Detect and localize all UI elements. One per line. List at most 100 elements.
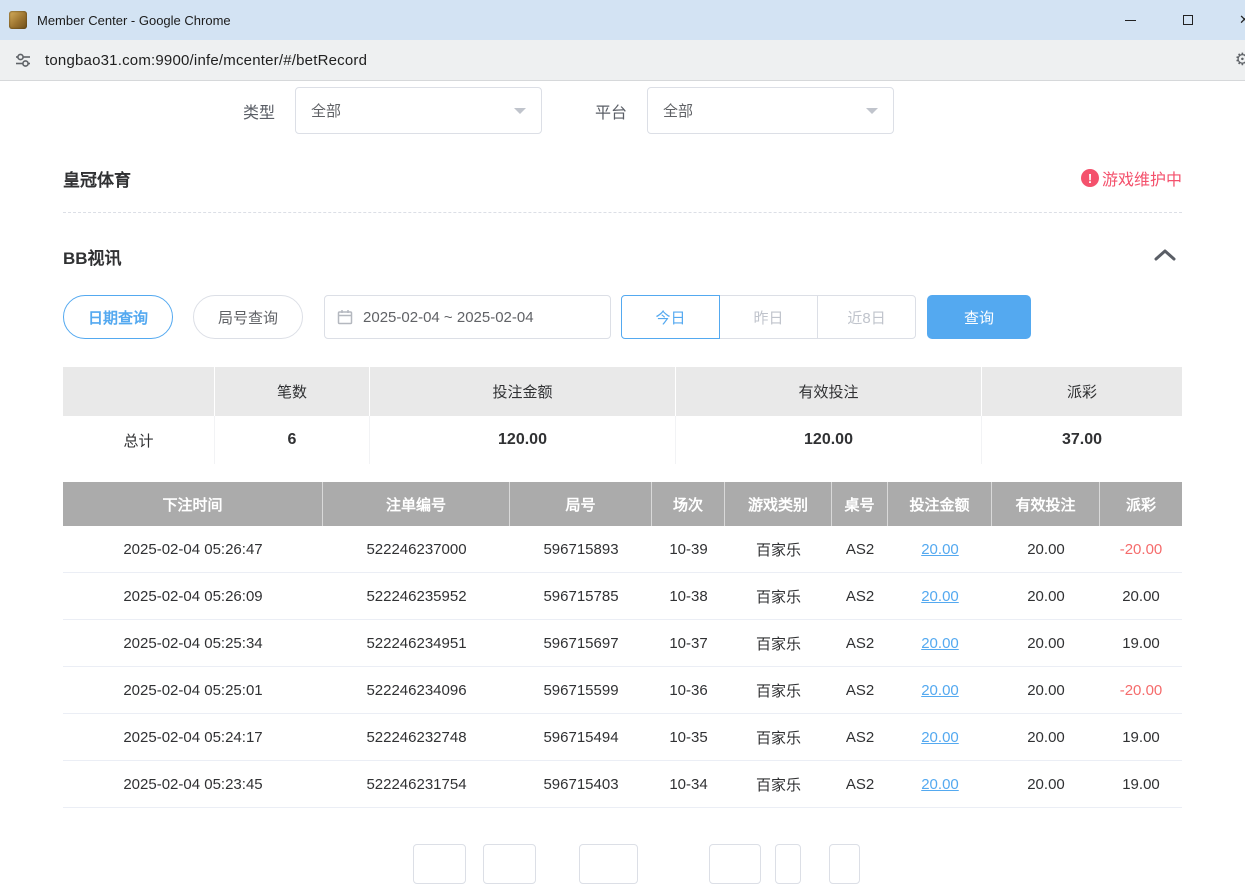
summary-header-bet-amount: 投注金额 <box>370 367 676 416</box>
collapse-section-button[interactable] <box>1148 247 1182 266</box>
game-type: 百家乐 <box>725 573 832 619</box>
pagination-button[interactable] <box>483 844 536 884</box>
game-type: 百家乐 <box>725 761 832 807</box>
summary-bet-amount-value: 120.00 <box>370 416 676 464</box>
bet-id: 522246232748 <box>323 714 510 760</box>
address-bar[interactable]: tongbao31.com:9900/infe/mcenter/#/betRec… <box>45 52 367 69</box>
table-row: 2025-02-04 05:23:45522246231754596715403… <box>63 761 1182 808</box>
bet-id: 522246234096 <box>323 667 510 713</box>
column-header: 局号 <box>510 482 652 526</box>
bet-record-table: 下注时间注单编号局号场次游戏类别桌号投注金额有效投注派彩 2025-02-04 … <box>63 482 1182 808</box>
type-select-value: 全部 <box>311 100 341 121</box>
window-controls: ✕ <box>1102 0 1245 40</box>
valid-bet: 20.00 <box>992 526 1100 572</box>
bet-amount-link[interactable]: 20.00 <box>888 667 992 713</box>
type-select[interactable]: 全部 <box>295 87 542 134</box>
table-row: 2025-02-04 05:25:01522246234096596715599… <box>63 667 1182 714</box>
table-row: 2025-02-04 05:24:17522246232748596715494… <box>63 714 1182 761</box>
platform-select-value: 全部 <box>663 100 693 121</box>
column-header: 投注金额 <box>888 482 992 526</box>
maximize-button[interactable] <box>1159 0 1216 40</box>
table-number: AS2 <box>832 714 888 760</box>
game-type: 百家乐 <box>725 714 832 760</box>
round-number: 596715599 <box>510 667 652 713</box>
pagination-button[interactable] <box>579 844 638 884</box>
bet-time: 2025-02-04 05:23:45 <box>63 761 323 807</box>
pagination-button[interactable] <box>413 844 466 884</box>
pagination-button[interactable] <box>709 844 761 884</box>
valid-bet: 20.00 <box>992 573 1100 619</box>
bet-time: 2025-02-04 05:26:47 <box>63 526 323 572</box>
browser-settings-icon[interactable]: ⚙ <box>1235 50 1245 70</box>
session-number: 10-35 <box>652 714 725 760</box>
chevron-down-icon <box>514 108 526 120</box>
bet-time: 2025-02-04 05:24:17 <box>63 714 323 760</box>
summary-total-label: 总计 <box>63 416 215 464</box>
today-button[interactable]: 今日 <box>621 295 720 339</box>
valid-bet: 20.00 <box>992 761 1100 807</box>
bet-amount-link[interactable]: 20.00 <box>888 620 992 666</box>
session-number: 10-38 <box>652 573 725 619</box>
yesterday-button[interactable]: 昨日 <box>719 295 818 339</box>
window-titlebar: Member Center - Google Chrome ✕ <box>0 0 1245 40</box>
column-header: 游戏类别 <box>725 482 832 526</box>
game-type: 百家乐 <box>725 667 832 713</box>
payout: -20.00 <box>1100 526 1182 572</box>
pagination-button[interactable] <box>829 844 860 884</box>
bet-table-body: 2025-02-04 05:26:47522246237000596715893… <box>63 526 1182 808</box>
table-row: 2025-02-04 05:25:34522246234951596715697… <box>63 620 1182 667</box>
round-number: 596715697 <box>510 620 652 666</box>
close-button[interactable]: ✕ <box>1216 0 1245 40</box>
chevron-down-icon <box>866 108 878 120</box>
session-number: 10-34 <box>652 761 725 807</box>
round-number: 596715403 <box>510 761 652 807</box>
search-button[interactable]: 查询 <box>927 295 1031 339</box>
column-header: 派彩 <box>1100 482 1182 526</box>
round-number: 596715893 <box>510 526 652 572</box>
bet-amount-link[interactable]: 20.00 <box>888 573 992 619</box>
recent-8-days-button[interactable]: 近8日 <box>817 295 916 339</box>
bet-amount-link[interactable]: 20.00 <box>888 526 992 572</box>
pagination <box>413 844 1245 884</box>
summary-total-row: 总计 6 120.00 120.00 37.00 <box>63 416 1182 464</box>
payout: 19.00 <box>1100 620 1182 666</box>
table-number: AS2 <box>832 761 888 807</box>
app-icon <box>9 11 27 29</box>
payout: -20.00 <box>1100 667 1182 713</box>
payout: 19.00 <box>1100 761 1182 807</box>
valid-bet: 20.00 <box>992 620 1100 666</box>
date-range-picker[interactable]: 2025-02-04 ~ 2025-02-04 <box>324 295 611 339</box>
bet-id: 522246235952 <box>323 573 510 619</box>
table-number: AS2 <box>832 620 888 666</box>
date-query-tab[interactable]: 日期查询 <box>63 295 173 339</box>
summary-header-valid-bet: 有效投注 <box>676 367 982 416</box>
bet-amount-link[interactable]: 20.00 <box>888 714 992 760</box>
bb-live-title: BB视讯 <box>63 244 122 269</box>
summary-header-payout: 派彩 <box>982 367 1182 416</box>
bet-id: 522246237000 <box>323 526 510 572</box>
site-settings-icon[interactable] <box>14 51 32 69</box>
summary-header-blank <box>63 367 215 416</box>
minimize-icon <box>1125 20 1136 21</box>
platform-select[interactable]: 全部 <box>647 87 894 134</box>
minimize-button[interactable] <box>1102 0 1159 40</box>
bb-live-section: BB视讯 <box>63 243 1182 269</box>
pagination-button[interactable] <box>775 844 801 884</box>
round-query-tab[interactable]: 局号查询 <box>193 295 303 339</box>
session-number: 10-37 <box>652 620 725 666</box>
round-number: 596715785 <box>510 573 652 619</box>
calendar-icon <box>337 309 353 325</box>
bet-amount-link[interactable]: 20.00 <box>888 761 992 807</box>
summary-header-count: 笔数 <box>215 367 370 416</box>
quick-date-segments: 今日 昨日 近8日 <box>621 295 916 339</box>
crown-sports-section: 皇冠体育 游戏维护中 <box>63 165 1182 191</box>
bet-time: 2025-02-04 05:25:01 <box>63 667 323 713</box>
maintenance-text: 游戏维护中 <box>1102 166 1182 190</box>
valid-bet: 20.00 <box>992 667 1100 713</box>
table-number: AS2 <box>832 573 888 619</box>
summary-valid-bet-value: 120.00 <box>676 416 982 464</box>
valid-bet: 20.00 <box>992 714 1100 760</box>
maximize-icon <box>1183 15 1193 25</box>
payout: 19.00 <box>1100 714 1182 760</box>
table-number: AS2 <box>832 667 888 713</box>
